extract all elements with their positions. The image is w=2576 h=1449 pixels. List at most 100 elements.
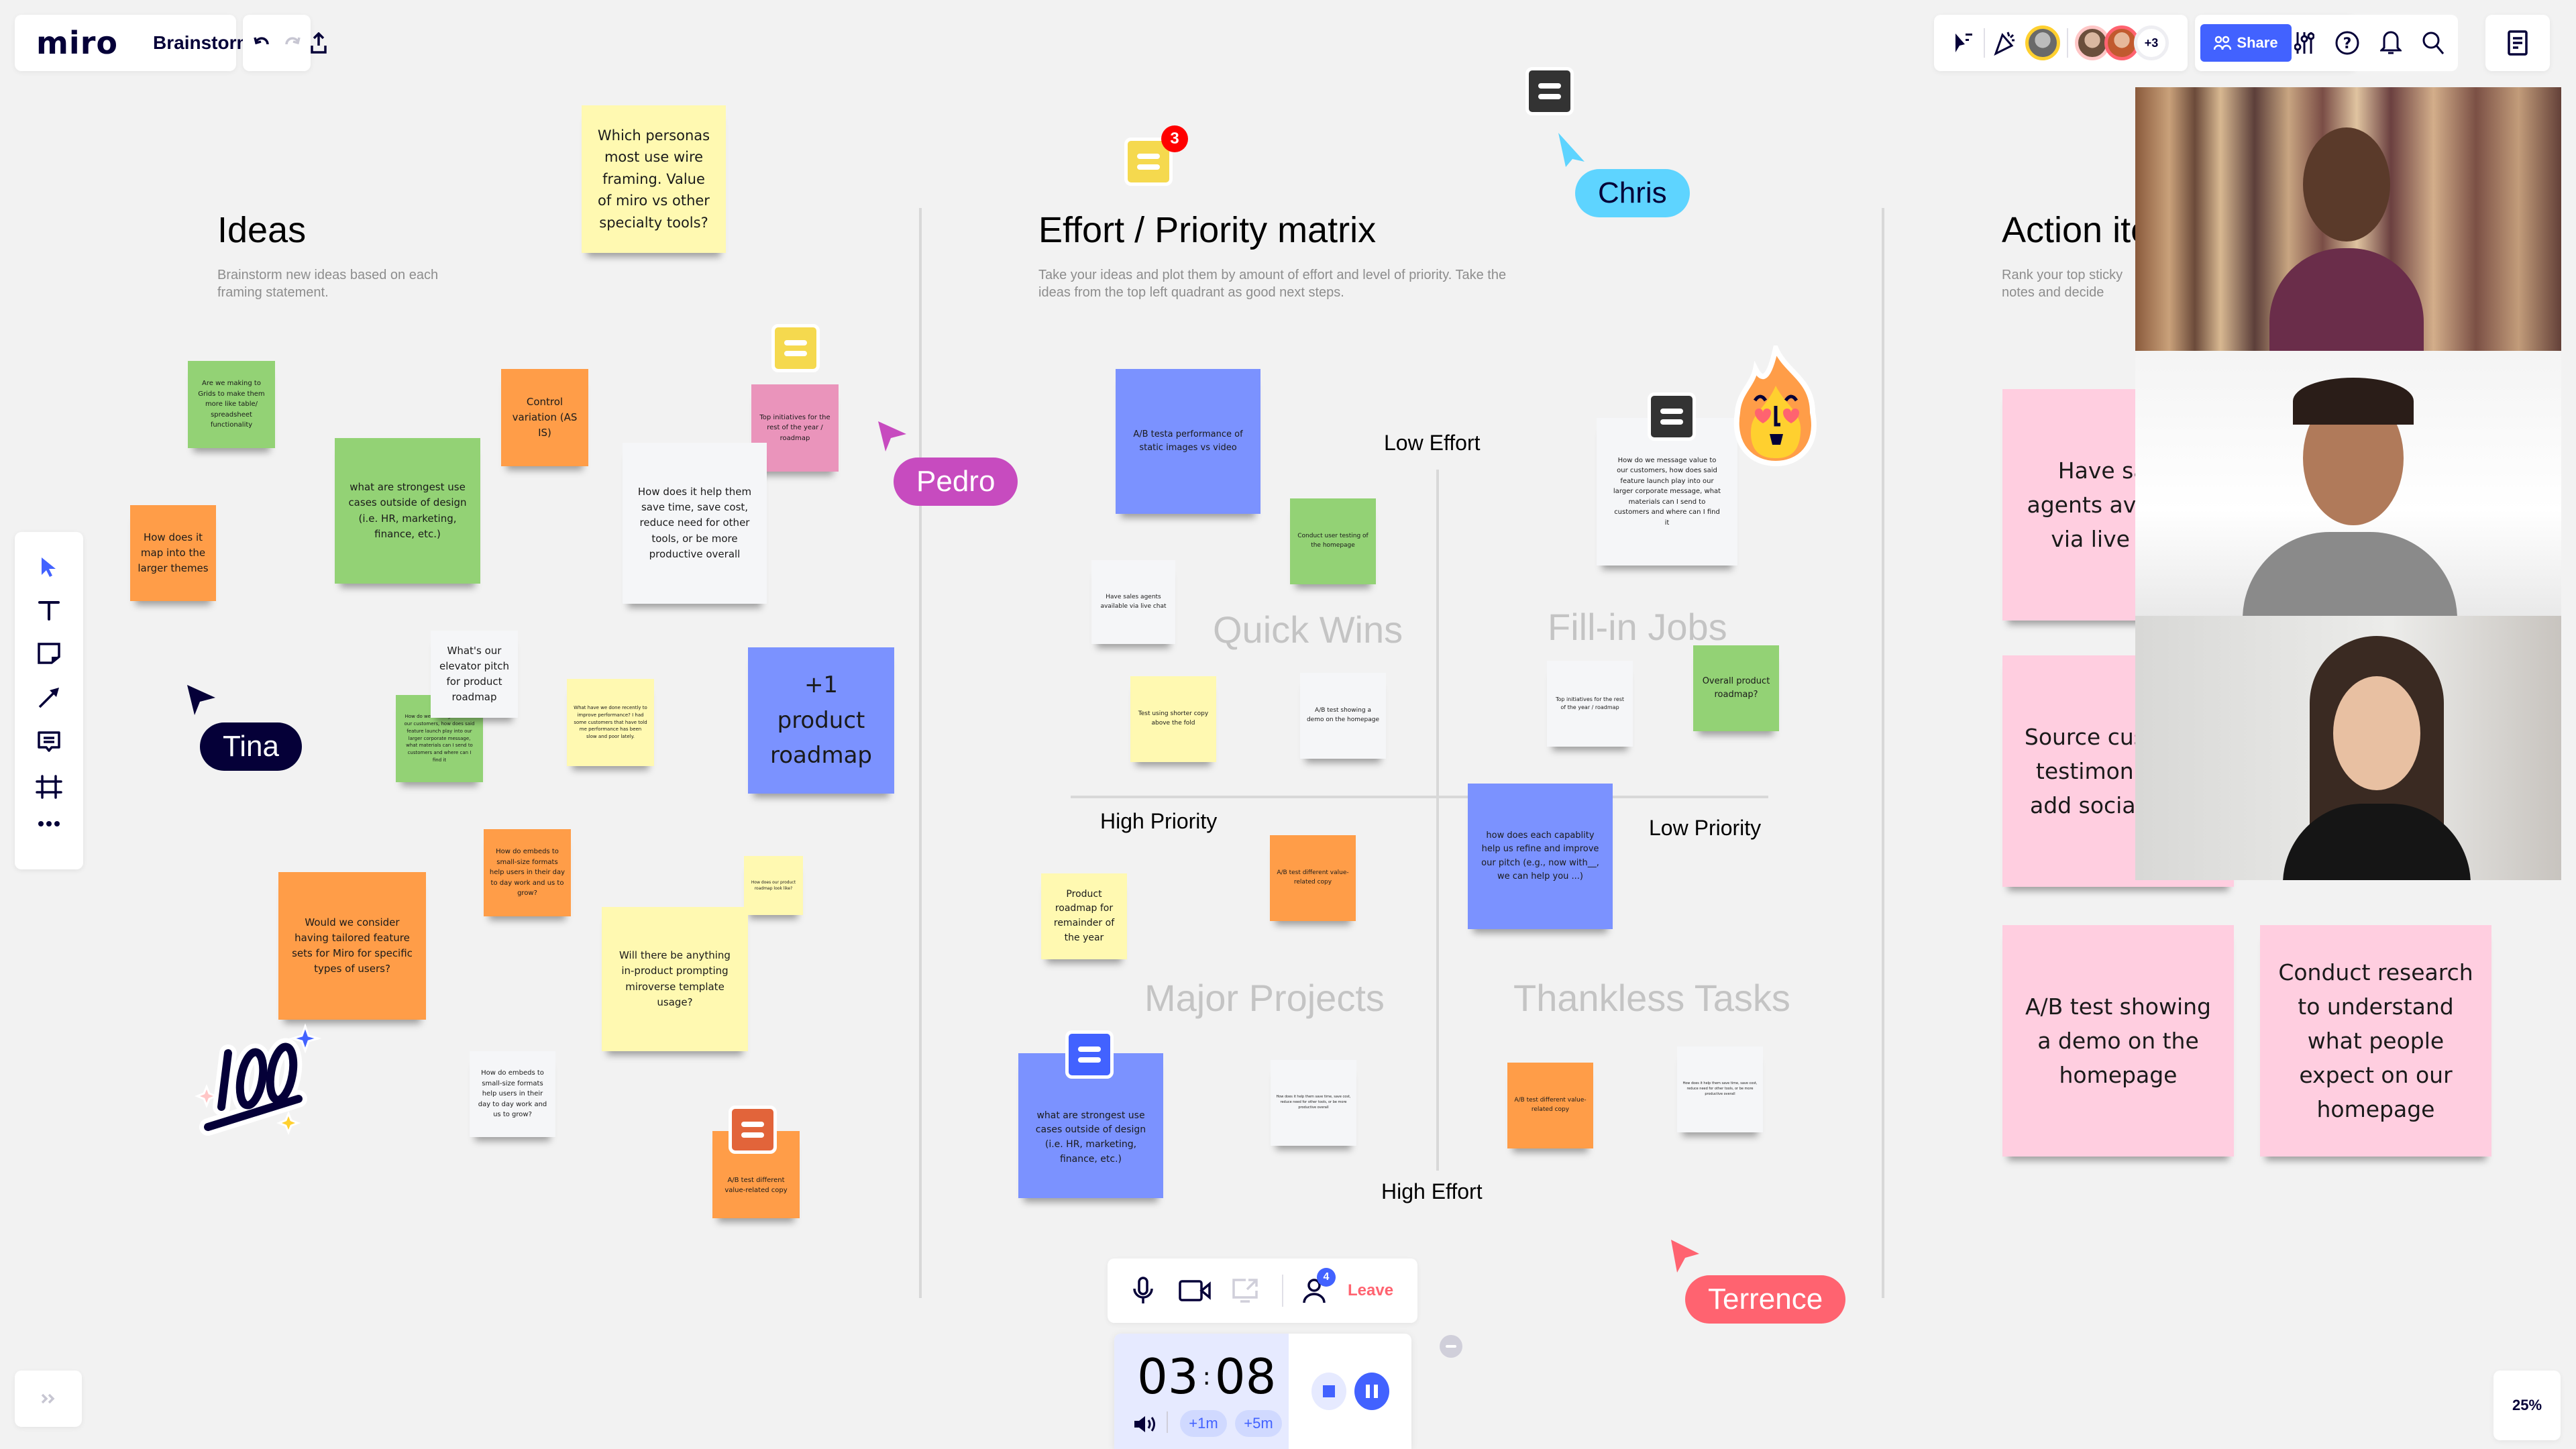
sticky-note[interactable]: How does it help them save time, save co…: [1271, 1060, 1356, 1146]
sticky-note[interactable]: A/B test different value-related copy: [1270, 835, 1356, 921]
text-tool[interactable]: [38, 600, 60, 621]
comment-thread-icon[interactable]: [1065, 1030, 1114, 1079]
video-tile[interactable]: [2135, 616, 2561, 880]
sticky-note[interactable]: Top initiatives for the rest of the year…: [1547, 661, 1633, 747]
sticky-note[interactable]: what are strongest use cases outside of …: [335, 438, 480, 584]
users-icon: [2214, 36, 2232, 50]
participant-video-feed: [2216, 629, 2498, 880]
comment-icon: [38, 731, 60, 752]
sticky-note[interactable]: Product roadmap for remainder of the yea…: [1041, 873, 1127, 959]
sticky-note[interactable]: Which personas most use wire framing. Va…: [582, 105, 726, 253]
search-icon[interactable]: [2422, 31, 2445, 55]
history-controls: [243, 15, 311, 71]
cursor-visibility-icon[interactable]: [1950, 31, 1977, 55]
sticky-note[interactable]: Test using shorter copy above the fold: [1130, 676, 1216, 762]
sticky-note[interactable]: Conduct research to understand what peop…: [2260, 925, 2491, 1157]
notes-list-icon[interactable]: [2508, 30, 2528, 56]
fire-love-sticker-icon[interactable]: [1725, 339, 1826, 467]
cursor-pointer-icon: [878, 421, 906, 451]
sticky-note[interactable]: Would we consider having tailored featur…: [278, 872, 426, 1020]
zoom-level-button[interactable]: 25%: [2493, 1371, 2561, 1440]
settings-sliders-icon[interactable]: [2294, 31, 2314, 55]
help-icon[interactable]: ?: [2334, 30, 2360, 56]
comment-thread-icon[interactable]: [771, 324, 820, 372]
share-button[interactable]: Share: [2200, 24, 2292, 62]
sticky-note[interactable]: How does it help them save time, save co…: [1677, 1046, 1763, 1132]
export-icon[interactable]: [311, 30, 327, 56]
frame-tool[interactable]: [36, 775, 62, 799]
share-label: Share: [2237, 34, 2278, 51]
sound-icon[interactable]: [1133, 1414, 1157, 1434]
video-tile[interactable]: [2135, 351, 2561, 616]
miro-logo[interactable]: miro: [36, 25, 118, 61]
stop-timer-button[interactable]: [1311, 1373, 1346, 1410]
sticky-note-tool[interactable]: [37, 642, 61, 665]
avatar-self[interactable]: [2025, 25, 2060, 60]
sticky-note[interactable]: A/B test showing a demo on the homepage: [2002, 925, 2234, 1157]
select-tool[interactable]: [40, 556, 58, 579]
notifications-bell-icon[interactable]: [2380, 30, 2402, 56]
sticky-note[interactable]: +1 product roadmap: [748, 647, 894, 794]
board-notes-panel: [2485, 15, 2550, 71]
participants-count-badge: 4: [1317, 1268, 1336, 1287]
pause-timer-button[interactable]: [1354, 1373, 1389, 1410]
matrix-frame-description: Take your ideas and plot them by amount …: [1038, 268, 1507, 300]
sticky-note[interactable]: Overall product roadmap?: [1693, 645, 1779, 731]
screen-share-icon[interactable]: [1231, 1277, 1259, 1304]
redo-icon[interactable]: [284, 36, 301, 50]
sticky-note[interactable]: how does each capablity help us refine a…: [1468, 784, 1613, 929]
bar-divider: [2067, 28, 2068, 58]
sticky-note[interactable]: How does our product roadmap look like?: [744, 856, 803, 915]
video-tile[interactable]: [2135, 87, 2561, 351]
sticky-note[interactable]: Conduct user testing of the homepage: [1290, 498, 1376, 584]
pause-icon: [1365, 1385, 1378, 1398]
participant-video-feed: [2216, 364, 2484, 616]
svg-text:?: ?: [2343, 36, 2352, 52]
sticky-note[interactable]: What's our elevator pitch for product ro…: [431, 631, 518, 718]
comment-thread-icon[interactable]: [1648, 392, 1696, 441]
sticky-note[interactable]: Have sales agents available via live cha…: [1091, 560, 1175, 644]
microphone-icon[interactable]: [1132, 1277, 1155, 1305]
participants-button[interactable]: 4: [1302, 1268, 1336, 1304]
sticky-note[interactable]: A/B testa performance of static images v…: [1116, 369, 1260, 514]
sticky-note[interactable]: How does it map into the larger themes: [130, 505, 216, 601]
frame-icon: [36, 775, 62, 799]
extra-collaborators-count[interactable]: +3: [2134, 25, 2169, 60]
comment-thread-icon[interactable]: [1525, 67, 1574, 115]
cursor-pointer-icon: [1671, 1240, 1699, 1273]
collaborator-cursor-label: Pedro: [894, 458, 1018, 506]
expand-panel-button[interactable]: [15, 1371, 82, 1427]
comment-thread-icon[interactable]: [729, 1106, 777, 1154]
more-dots-icon: [38, 821, 60, 826]
unread-comments-badge: 3: [1161, 125, 1188, 152]
minimize-timer-button[interactable]: [1440, 1335, 1462, 1358]
sticky-note[interactable]: Control variation (AS IS): [501, 369, 588, 466]
comment-tool[interactable]: [37, 731, 61, 753]
axis-label-low-priority: Low Priority: [1649, 816, 1762, 840]
connection-line-tool[interactable]: [38, 686, 60, 709]
axis-label-high-priority: High Priority: [1100, 809, 1218, 833]
sticky-note[interactable]: How do embeds to small-size formats help…: [470, 1051, 555, 1137]
quadrant-label-thankless-tasks: Thankless Tasks: [1513, 977, 1790, 1019]
creation-toolbar: [15, 532, 83, 869]
sticky-note[interactable]: What have we done recently to improve pe…: [567, 679, 654, 766]
sticky-note[interactable]: Will there be anything in-product prompt…: [602, 907, 748, 1051]
cursor-arrow-icon: [42, 557, 56, 577]
camera-icon[interactable]: [1179, 1279, 1211, 1303]
add-1-minute-button[interactable]: +1m: [1180, 1410, 1227, 1437]
quadrant-label-quick-wins: Quick Wins: [1213, 608, 1403, 651]
sticky-note[interactable]: A/B test different value-related copy: [1507, 1063, 1593, 1148]
sticky-note[interactable]: Are we making to Grids to make them more…: [188, 361, 275, 448]
more-tools[interactable]: [38, 820, 60, 827]
sticker-100-icon[interactable]: [194, 1020, 322, 1140]
add-5-minutes-button[interactable]: +5m: [1235, 1410, 1282, 1437]
sticky-note[interactable]: A/B test showing a demo on the homepage: [1300, 673, 1386, 759]
undo-icon[interactable]: [253, 36, 270, 50]
board-header: miro Brainstorming: [15, 15, 327, 71]
sticky-note-icon: [38, 643, 60, 664]
quadrant-label-fill-in-jobs: Fill-in Jobs: [1548, 606, 1727, 648]
sticky-note[interactable]: How do embeds to small-size formats help…: [484, 829, 571, 916]
celebrate-icon[interactable]: [1992, 30, 2019, 56]
sticky-note[interactable]: How does it help them save time, save co…: [623, 443, 767, 604]
leave-call-button[interactable]: Leave: [1348, 1281, 1393, 1300]
